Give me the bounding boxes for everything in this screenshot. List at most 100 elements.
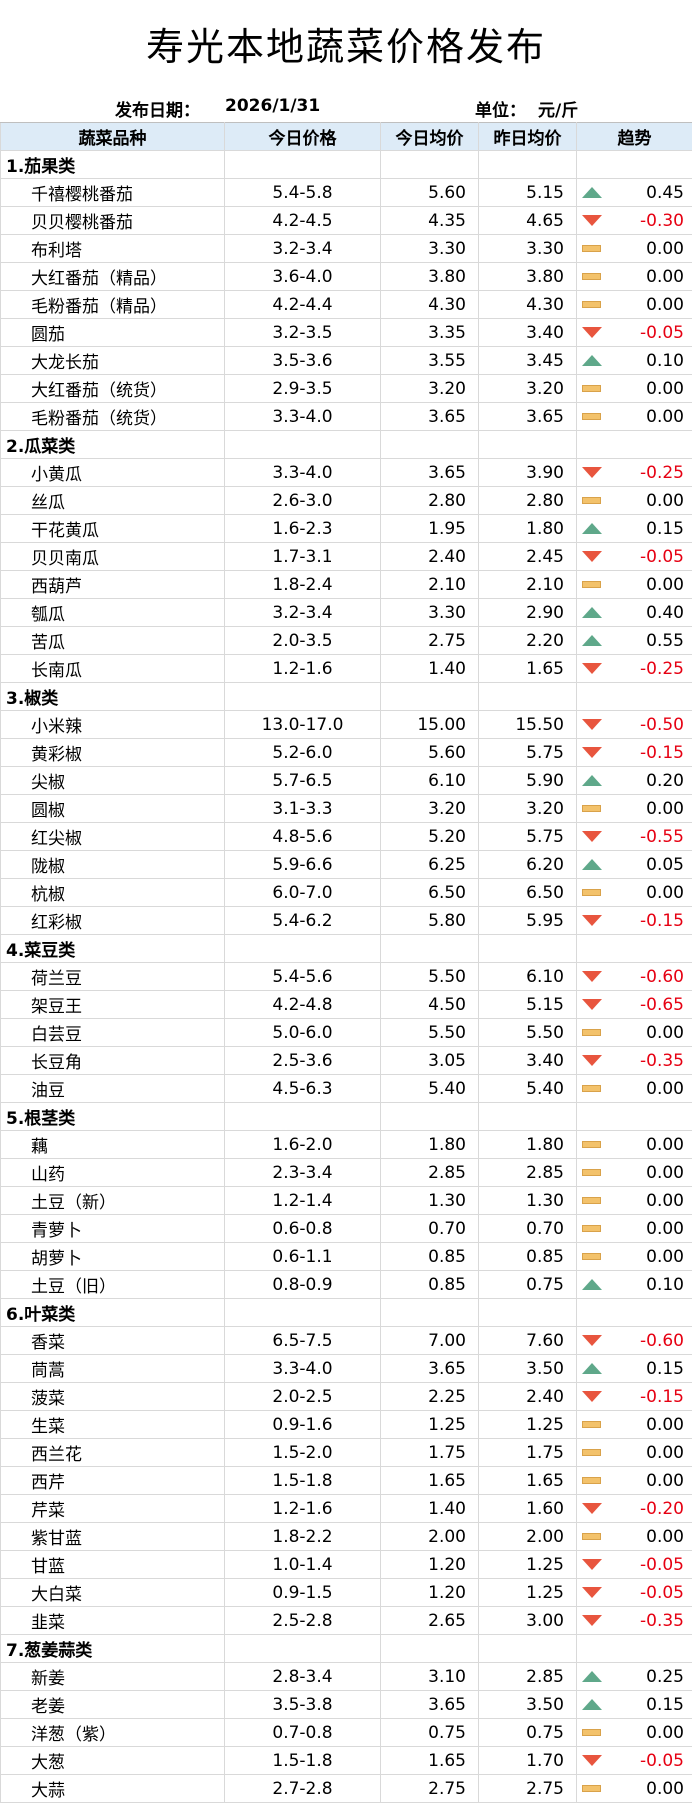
trend-flat-icon [582,1253,601,1260]
today-avg: 1.30 [381,1187,479,1215]
today-price-range: 1.5-2.0 [225,1439,381,1467]
table-row: 甘蓝1.0-1.41.201.25-0.05 [1,1551,692,1579]
today-avg: 5.50 [381,1019,479,1047]
trend-cell: -0.50 [577,711,692,739]
today-price-range: 5.7-6.5 [225,767,381,795]
today-avg: 2.65 [381,1607,479,1635]
trend-cell: 0.00 [577,795,692,823]
trend-cell: 0.00 [577,263,692,291]
trend-cell: 0.00 [577,291,692,319]
trend-down-icon [582,1391,602,1402]
today-price-range: 5.2-6.0 [225,739,381,767]
today-avg: 3.20 [381,375,479,403]
table-row: 生菜0.9-1.61.251.250.00 [1,1411,692,1439]
empty-cell [479,935,577,963]
header-today-avg: 今日均价 [381,123,479,151]
price-change: 0.00 [646,1079,684,1099]
today-price-range: 4.8-5.6 [225,823,381,851]
vegetable-name: 尖椒 [1,767,225,795]
vegetable-name: 生菜 [1,1411,225,1439]
trend-cell: -0.05 [577,1747,692,1775]
table-row: 西芹1.5-1.81.651.650.00 [1,1467,692,1495]
price-change: 0.10 [646,1275,684,1295]
today-price-range: 2.5-2.8 [225,1607,381,1635]
today-price-range: 1.2-1.4 [225,1187,381,1215]
trend-cell: -0.20 [577,1495,692,1523]
table-row: 西葫芦1.8-2.42.102.100.00 [1,571,692,599]
yesterday-avg: 6.10 [479,963,577,991]
trend-cell: -0.05 [577,319,692,347]
trend-flat-icon [582,1449,601,1456]
yesterday-avg: 3.90 [479,459,577,487]
empty-cell [225,1103,381,1131]
trend-cell: 0.05 [577,851,692,879]
trend-down-icon [582,831,602,842]
today-avg: 2.40 [381,543,479,571]
trend-flat-icon [582,273,601,280]
vegetable-name: 油豆 [1,1075,225,1103]
price-change: -0.05 [640,1583,684,1603]
header-yesterday-avg: 昨日均价 [479,123,577,151]
yesterday-avg: 1.65 [479,655,577,683]
yesterday-avg: 3.40 [479,1047,577,1075]
trend-cell: 0.25 [577,1663,692,1691]
yesterday-avg: 2.45 [479,543,577,571]
trend-cell: -0.05 [577,543,692,571]
vegetable-name: 布利塔 [1,235,225,263]
vegetable-name: 圆椒 [1,795,225,823]
publish-meta: 发布日期： 2026/1/31 单位： 元/斤 [0,94,692,122]
yesterday-avg: 2.00 [479,1523,577,1551]
yesterday-avg: 2.85 [479,1159,577,1187]
vegetable-name: 丝瓜 [1,487,225,515]
price-change: 0.00 [646,883,684,903]
trend-flat-icon [582,1785,601,1792]
category-row: 4.菜豆类 [1,935,692,963]
yesterday-avg: 0.70 [479,1215,577,1243]
today-avg: 0.75 [381,1719,479,1747]
yesterday-avg: 1.80 [479,515,577,543]
trend-up-icon [582,635,602,646]
trend-cell: 0.10 [577,1271,692,1299]
trend-down-icon [582,1055,602,1066]
yesterday-avg: 2.80 [479,487,577,515]
today-price-range: 3.6-4.0 [225,263,381,291]
vegetable-name: 藕 [1,1131,225,1159]
today-price-range: 2.6-3.0 [225,487,381,515]
today-avg: 7.00 [381,1327,479,1355]
trend-down-icon [582,915,602,926]
vegetable-name: 西兰花 [1,1439,225,1467]
today-price-range: 5.0-6.0 [225,1019,381,1047]
unit-value: 元/斤 [538,96,578,121]
today-price-range: 1.6-2.0 [225,1131,381,1159]
price-change: 0.00 [646,1219,684,1239]
table-row: 架豆王4.2-4.84.505.15-0.65 [1,991,692,1019]
table-row: 白芸豆5.0-6.05.505.500.00 [1,1019,692,1047]
trend-cell: 0.15 [577,1355,692,1383]
table-row: 韭菜2.5-2.82.653.00-0.35 [1,1607,692,1635]
price-change: 0.00 [646,295,684,315]
price-change: -0.15 [640,743,684,763]
empty-cell [577,151,692,179]
trend-flat-icon [582,385,601,392]
yesterday-avg: 15.50 [479,711,577,739]
table-row: 紫甘蓝1.8-2.22.002.000.00 [1,1523,692,1551]
trend-cell: -0.15 [577,739,692,767]
today-avg: 3.20 [381,795,479,823]
empty-cell [479,683,577,711]
price-change: 0.15 [646,519,684,539]
table-row: 山药2.3-3.42.852.850.00 [1,1159,692,1187]
category-name: 1.茄果类 [1,151,225,179]
today-avg: 1.20 [381,1551,479,1579]
empty-cell [381,683,479,711]
yesterday-avg: 1.70 [479,1747,577,1775]
table-row: 圆椒3.1-3.33.203.200.00 [1,795,692,823]
category-row: 5.根茎类 [1,1103,692,1131]
trend-cell: 0.00 [577,1775,692,1803]
today-price-range: 1.0-1.4 [225,1551,381,1579]
table-row: 新姜2.8-3.43.102.850.25 [1,1663,692,1691]
price-change: -0.05 [640,1751,684,1771]
trend-down-icon [582,1615,602,1626]
category-name: 3.椒类 [1,683,225,711]
trend-cell: 0.00 [577,1131,692,1159]
category-row: 7.葱姜蒜类 [1,1635,692,1663]
